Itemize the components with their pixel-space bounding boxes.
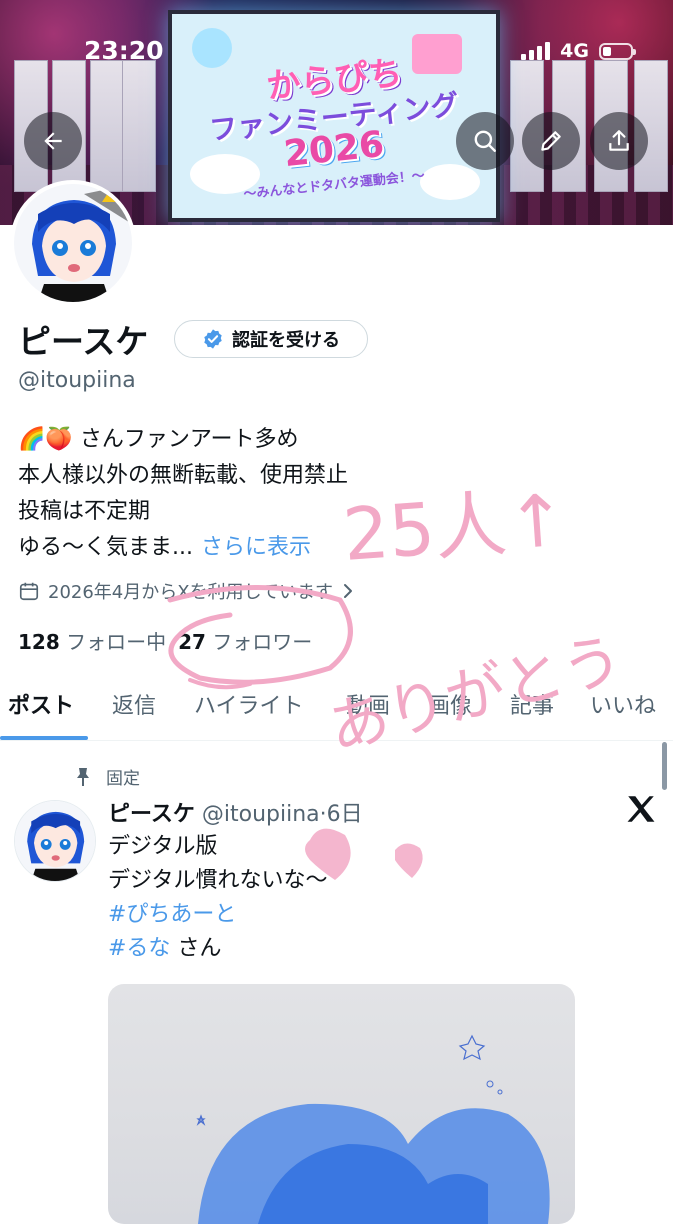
x-logo-icon[interactable] <box>624 792 658 826</box>
network-type: 4G <box>560 40 589 62</box>
following-count: 128 <box>18 630 60 654</box>
joined-date[interactable]: 2026年4月からXを利用しています <box>18 578 355 604</box>
following-label: フォロー中 <box>66 630 167 654</box>
post-time[interactable]: 6日 <box>327 802 363 827</box>
tab-articles[interactable]: 記事 <box>510 688 554 720</box>
post-text: さん <box>177 936 222 961</box>
character-poster <box>90 60 124 192</box>
post-media-image[interactable] <box>108 984 575 1224</box>
pin-icon <box>77 767 89 786</box>
post-text-line: #ぴちあーと <box>108 898 328 932</box>
hashtag-link[interactable]: #ぴちあーと <box>108 902 236 927</box>
show-more-link[interactable]: さらに表示 <box>201 535 311 560</box>
post-author-name[interactable]: ピースケ <box>108 802 195 827</box>
display-name: ピースケ <box>18 322 149 361</box>
joined-text: 2026年4月からXを利用しています <box>48 582 334 603</box>
scrollbar[interactable] <box>662 742 667 790</box>
character-poster <box>122 60 156 192</box>
profile-tabs: ポスト 返信 ハイライト 動画 画像 記事 いいね <box>0 684 673 741</box>
tab-posts[interactable]: ポスト <box>8 688 74 720</box>
tab-highlights[interactable]: ハイライト <box>194 688 304 720</box>
bio-line: 🌈🍑 さんファンアート多め <box>18 422 348 458</box>
search-icon <box>474 130 496 152</box>
battery-icon <box>599 42 636 60</box>
post-separator: · <box>319 802 327 827</box>
avatar-illustration <box>15 801 95 881</box>
post-text-line: #るな さん <box>108 932 328 966</box>
followers-count: 27 <box>178 630 206 654</box>
avatar-illustration <box>14 184 132 302</box>
post-author-avatar[interactable] <box>14 800 96 882</box>
chevron-right-icon <box>344 584 353 598</box>
back-arrow-icon <box>44 132 62 150</box>
get-verified-button[interactable]: 認証を受ける <box>174 320 368 358</box>
tab-images[interactable]: 画像 <box>428 688 472 720</box>
status-time: 23:20 <box>84 36 164 65</box>
post-text-line: デジタル版 <box>108 834 218 859</box>
followers-label: フォロワー <box>212 630 313 654</box>
bio-text: ゆる～く気まま... <box>18 535 193 560</box>
artwork-illustration <box>196 1034 550 1224</box>
handwriting-line1: 25人↑ <box>340 478 569 577</box>
following-link[interactable]: 128 フォロー中 <box>18 626 166 655</box>
rainbow-emoji: 🌈 <box>18 427 46 452</box>
get-verified-label: 認証を受ける <box>232 330 340 351</box>
calendar-icon <box>19 582 39 601</box>
user-handle: @itoupiina <box>18 368 136 393</box>
peach-emoji: 🍑 <box>45 427 73 452</box>
profile-avatar[interactable] <box>10 180 136 306</box>
active-tab-indicator <box>0 736 88 740</box>
pencil-icon <box>541 131 561 151</box>
post-header: ピースケ @itoupiina·6日 <box>108 796 363 828</box>
cellular-signal-icon <box>521 42 551 60</box>
decor-bubble <box>192 28 232 68</box>
tab-likes[interactable]: いいね <box>590 688 656 720</box>
pinned-label: 固定 <box>74 764 140 789</box>
search-button[interactable] <box>456 112 514 170</box>
hashtag-link[interactable]: #るな <box>108 936 170 961</box>
post-text-line: デジタル慣れないな〜 <box>108 868 328 893</box>
bio-line: 本人様以外の無断転載、使用禁止 <box>18 463 349 488</box>
verified-badge-icon <box>204 329 222 349</box>
tab-videos[interactable]: 動画 <box>346 688 390 720</box>
followers-link[interactable]: 27 フォロワー <box>178 626 312 655</box>
share-button[interactable] <box>590 112 648 170</box>
event-screen: からぴち ファンミーティング 2026 ～みんなとドタバタ運動会！～ <box>168 10 500 222</box>
follow-stats: 128 フォロー中 27 フォロワー <box>18 626 312 655</box>
heart-mark <box>395 843 423 878</box>
bio-line: 投稿は不定期 <box>18 499 151 524</box>
tab-replies[interactable]: 返信 <box>112 688 156 720</box>
back-button[interactable] <box>24 112 82 170</box>
pinned-text: 固定 <box>106 769 140 789</box>
profile-bio: 🌈🍑 さんファンアート多め 本人様以外の無断転載、使用禁止 投稿は不定期 ゆる～… <box>18 422 348 566</box>
post-body: デジタル版 デジタル慣れないな〜 #ぴちあーと #るな さん <box>108 830 328 966</box>
post-author-handle[interactable]: @itoupiina <box>202 802 320 827</box>
status-indicators: 4G <box>521 40 636 62</box>
share-icon <box>609 130 629 151</box>
edit-button[interactable] <box>522 112 580 170</box>
bio-text: さんファンアート多め <box>79 427 299 452</box>
bio-line: ゆる～く気まま... さらに表示 <box>18 530 348 566</box>
battery-level <box>603 46 611 56</box>
